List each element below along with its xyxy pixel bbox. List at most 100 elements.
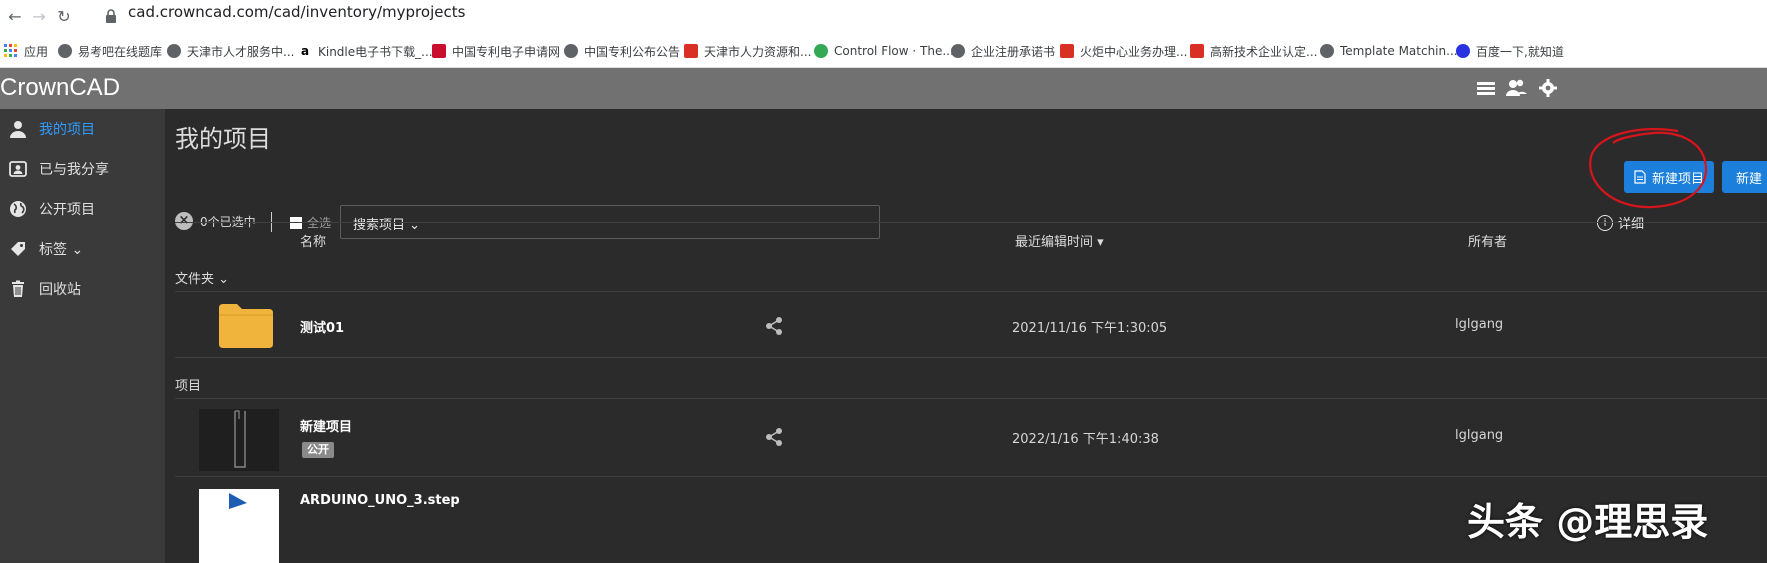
section-projects: 项目 xyxy=(175,379,202,394)
globe-icon xyxy=(1320,44,1334,58)
bookmark-label: Kindle电子书下载_... xyxy=(318,44,433,59)
sidebar: 我的项目 已与我分享 公开项目 标签 ⌄ 回收站 xyxy=(0,109,165,563)
model-preview-icon xyxy=(234,410,246,468)
forward-icon[interactable]: → xyxy=(28,6,50,28)
users-icon[interactable] xyxy=(1505,78,1527,98)
bookmark-item[interactable]: 天津市人才服务中... xyxy=(167,42,294,60)
user-icon xyxy=(8,119,28,139)
row-date: 2022/1/16 下午1:40:38 xyxy=(1012,432,1159,447)
bookmark-item[interactable]: Control Flow · The... xyxy=(814,42,954,60)
page-title: 我的项目 xyxy=(175,125,271,153)
gear-icon[interactable] xyxy=(1537,78,1559,98)
bookmark-label: 中国专利电子申请网 xyxy=(452,44,561,59)
clear-selection-icon[interactable]: × xyxy=(175,212,193,230)
sidebar-item-trash[interactable]: 回收站 xyxy=(0,269,165,309)
document-icon xyxy=(1634,170,1646,184)
torch-icon xyxy=(1190,44,1204,58)
sidebar-item-tags[interactable]: 标签 ⌄ xyxy=(0,229,165,269)
globe-icon xyxy=(564,44,578,58)
bookmark-label: Template Matchin... xyxy=(1340,44,1458,58)
apps-grid-icon xyxy=(4,44,17,57)
bookmark-label: 易考吧在线题库 xyxy=(78,44,163,59)
bookmark-label: 高新技术企业认定... xyxy=(1210,44,1318,59)
divider xyxy=(175,222,1767,223)
bookmark-item[interactable]: a Kindle电子书下载_... xyxy=(298,42,433,60)
tag-icon xyxy=(8,239,28,259)
bookmark-label: 百度一下,就知道 xyxy=(1476,44,1564,59)
app-header: CrownCAD xyxy=(0,68,1767,109)
sidebar-item-label: 公开项目 xyxy=(39,202,95,218)
bookmark-item[interactable]: 企业注册承诺书 xyxy=(951,42,1055,60)
bookmark-label: 火炬中心业务办理... xyxy=(1080,44,1188,59)
new-secondary-button[interactable]: 新建 xyxy=(1722,161,1767,193)
sidebar-item-public[interactable]: 公开项目 xyxy=(0,189,165,229)
reload-icon[interactable]: ↻ xyxy=(53,6,75,28)
search-scope-dropdown[interactable]: 搜索项目 ⌄ xyxy=(353,214,420,233)
bookmark-label: 应用 xyxy=(24,44,49,59)
bookmark-label: 天津市人力资源和... xyxy=(704,44,812,59)
sidebar-item-label: 我的项目 xyxy=(39,122,95,138)
table-row[interactable]: 新建项目 公开 2022/1/16 下午1:40:38 lglgang xyxy=(175,399,1767,475)
patent-icon xyxy=(432,44,446,58)
lock-icon xyxy=(106,9,116,23)
list-icon[interactable] xyxy=(1475,78,1497,98)
column-header-owner[interactable]: 所有者 xyxy=(1468,231,1507,250)
crowncad-logo[interactable]: CrownCAD xyxy=(0,74,120,102)
watermark: 头条 @理思录 xyxy=(1467,500,1709,544)
new-project-button[interactable]: 新建项目 xyxy=(1624,161,1715,193)
globe-icon xyxy=(58,44,72,58)
column-header-name[interactable]: 名称 xyxy=(300,231,326,250)
trash-icon xyxy=(8,279,28,299)
control-flow-icon xyxy=(814,44,828,58)
bookmark-item[interactable]: 天津市人力资源和... xyxy=(684,42,811,60)
table-row[interactable]: 测试01 2021/11/16 下午1:30:05 lglgang xyxy=(175,292,1767,356)
project-thumbnail[interactable] xyxy=(199,409,279,471)
bookmark-label: 天津市人才服务中... xyxy=(187,44,295,59)
url-field[interactable]: cad.crowncad.com/cad/inventory/myproject… xyxy=(128,3,465,21)
browser-address-bar: ← → ↻ cad.crowncad.com/cad/inventory/myp… xyxy=(0,0,1767,34)
shared-contact-icon xyxy=(8,159,28,179)
sidebar-item-label: 已与我分享 xyxy=(39,162,109,178)
play-shape-icon xyxy=(229,493,247,509)
row-date: 2021/11/16 下午1:30:05 xyxy=(1012,321,1168,336)
row-name[interactable]: ARDUINO_UNO_3.step xyxy=(300,493,460,508)
bookmark-item[interactable]: 易考吧在线题库 xyxy=(58,42,162,60)
amazon-icon: a xyxy=(298,44,312,58)
sidebar-item-my-projects[interactable]: 我的项目 xyxy=(0,109,165,149)
bookmarks-bar: 应用 易考吧在线题库 天津市人才服务中... a Kindle电子书下载_... … xyxy=(0,34,1767,68)
sidebar-item-shared[interactable]: 已与我分享 xyxy=(0,149,165,189)
bookmark-item[interactable]: 百度一下,就知道 xyxy=(1456,42,1564,60)
row-owner: lglgang xyxy=(1455,428,1504,443)
section-folders[interactable]: 文件夹 ⌄ xyxy=(175,268,229,287)
share-icon[interactable] xyxy=(764,427,784,447)
row-name[interactable]: 测试01 xyxy=(300,317,344,336)
project-thumbnail[interactable] xyxy=(199,489,279,563)
bookmark-label: 中国专利公布公告 xyxy=(584,44,681,59)
bookmark-apps[interactable]: 应用 xyxy=(4,42,48,60)
bookmark-item[interactable]: Template Matchin... xyxy=(1320,42,1458,60)
globe-icon xyxy=(167,44,181,58)
row-owner: lglgang xyxy=(1455,317,1504,332)
baidu-icon xyxy=(1456,44,1470,58)
row-name[interactable]: 新建项目 xyxy=(300,416,352,435)
bookmark-item[interactable]: 火炬中心业务办理... xyxy=(1060,42,1187,60)
column-header-last-edited[interactable]: 最近编辑时间 ▾ xyxy=(1015,231,1104,250)
selection-count-label: 0个已选中 xyxy=(200,214,256,229)
folder-icon xyxy=(219,304,273,348)
site-icon xyxy=(684,44,698,58)
bookmark-label: 企业注册承诺书 xyxy=(971,44,1056,59)
sidebar-item-label: 标签 ⌄ xyxy=(39,242,84,258)
divider xyxy=(175,357,1767,358)
bookmark-item[interactable]: 高新技术企业认定... xyxy=(1190,42,1317,60)
globe-icon xyxy=(8,199,28,219)
sidebar-item-label: 回收站 xyxy=(39,282,81,298)
share-icon[interactable] xyxy=(764,316,784,336)
back-icon[interactable]: ← xyxy=(4,6,26,28)
bookmark-label: Control Flow · The... xyxy=(834,44,954,58)
bookmark-item[interactable]: 中国专利公布公告 xyxy=(564,42,680,60)
new-project-label: 新建项目 xyxy=(1652,171,1705,187)
globe-icon xyxy=(951,44,965,58)
public-badge: 公开 xyxy=(302,442,334,458)
bookmark-item[interactable]: 中国专利电子申请网 xyxy=(432,42,560,60)
selection-count: × 0个已选中 xyxy=(175,212,256,230)
